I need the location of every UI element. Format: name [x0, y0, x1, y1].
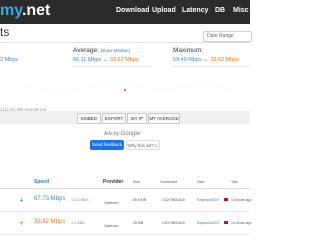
- nav-upload[interactable]: Upload: [152, 7, 176, 14]
- row-connected: X1D79B31629: [162, 221, 185, 225]
- data-point: [89, 86, 91, 88]
- nav-misc[interactable]: Misc: [233, 7, 249, 14]
- average-values: 66.11 Mbps ↔ 33.62 Mbps: [73, 57, 139, 63]
- table-row[interactable]: 33.62 Mbps 4.2 MB/s Optimum 25 MB X1D79B…: [0, 212, 252, 235]
- download-arrow-icon: [19, 198, 24, 202]
- flag-icon: [224, 198, 228, 201]
- my-average-button[interactable]: MY AVERAGE: [148, 113, 180, 124]
- site-logo[interactable]: my.net: [0, 2, 50, 20]
- maximum-underline: [173, 66, 250, 67]
- data-point: [229, 88, 231, 90]
- data-point: [19, 84, 21, 86]
- data-point: [54, 91, 56, 93]
- data-point: [159, 89, 161, 91]
- table-header: Speed Provider Size Connected User Test: [0, 176, 250, 189]
- data-point: [124, 83, 126, 85]
- show-median-link[interactable]: [show Median]: [101, 48, 130, 53]
- maximum-values: 69.49 Mbps ↔ 33.62 Mbps: [173, 57, 240, 63]
- row-speed-sub: 4.2 MB/s: [71, 221, 85, 225]
- send-feedback-button[interactable]: Send feedback: [90, 140, 124, 150]
- speed-chart: [19, 83, 231, 93]
- average-underline: [73, 66, 151, 67]
- export-button[interactable]: EXPORT: [102, 113, 126, 124]
- row-connected: X1D79B31629: [162, 198, 185, 202]
- col-user[interactable]: User: [197, 180, 204, 184]
- row-test: 14 hours ago: [231, 198, 252, 202]
- row-size: 25 MB: [133, 221, 144, 225]
- row-provider: Optimum: [104, 224, 119, 228]
- date-range-input[interactable]: Date Range: [203, 31, 252, 42]
- chart-marker: [124, 89, 126, 92]
- why-this-ad-button[interactable]: Why this ad? ▷: [126, 140, 160, 150]
- row-user[interactable]: RaymondSZH: [197, 221, 219, 225]
- row-speed: 67.73 Mbps: [34, 196, 66, 202]
- maximum-label: Maximum:: [173, 47, 203, 54]
- flag-icon: [224, 221, 228, 224]
- row-test: 14 hours ago: [231, 221, 252, 225]
- ads-by-google: Ads by Google: [104, 131, 141, 137]
- col-speed[interactable]: Speed: [34, 179, 49, 185]
- row-user[interactable]: RaymondSZH: [197, 198, 219, 202]
- table-row[interactable]: 67.73 Mbps 10.37 MB/s Optimum 80.9 MB X1…: [0, 189, 252, 212]
- embed-button[interactable]: EMBED: [77, 113, 101, 124]
- col-connected[interactable]: Connected: [160, 180, 177, 184]
- col-provider[interactable]: Provider: [103, 179, 123, 185]
- nav-latency[interactable]: Latency: [182, 7, 208, 14]
- my-ip-button[interactable]: MY IP: [127, 113, 147, 124]
- col-test[interactable]: Test: [231, 180, 237, 184]
- average-label: Average: [show Median]: [73, 47, 130, 54]
- divider: [0, 42, 250, 43]
- col-size[interactable]: Size: [133, 180, 140, 184]
- row-speed-sub: 10.37 MB/s: [71, 198, 89, 202]
- nav-download[interactable]: Download: [116, 7, 149, 14]
- nav-db[interactable]: DB: [215, 7, 225, 14]
- data-point: [194, 84, 196, 86]
- upload-arrow-icon: [19, 221, 24, 225]
- page-title: ts: [0, 25, 10, 39]
- top-navigation-bar: my.net Download Upload Latency DB Misc: [0, 0, 250, 24]
- stat-left-value: 2 Mbps: [0, 57, 19, 63]
- row-provider: Optimum: [104, 201, 119, 205]
- row-size: 80.9 MB: [133, 198, 147, 202]
- row-speed: 33.62 Mbps: [34, 219, 66, 225]
